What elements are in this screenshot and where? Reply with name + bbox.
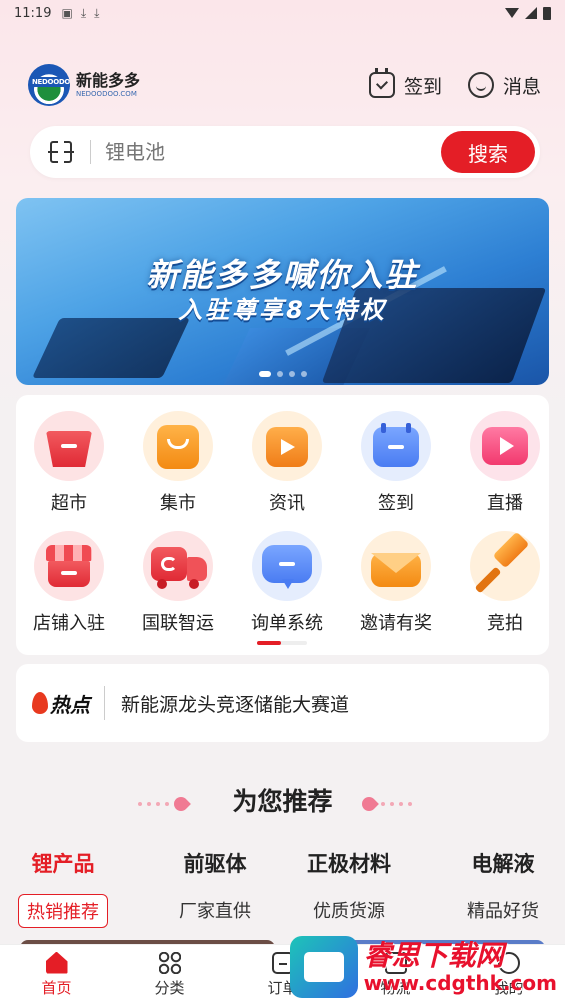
entry-label: 邀请有奖 [360, 613, 432, 634]
wifi-icon [505, 8, 519, 18]
news-divider [104, 686, 105, 720]
watermark-logo-icon [289, 936, 358, 998]
delivery-truck-icon [143, 531, 213, 601]
entry-inquiry[interactable]: 询单系统 [237, 531, 337, 635]
logo-mark: NEDOODOO [28, 64, 70, 106]
message-button[interactable]: 消息 [467, 72, 541, 99]
grid-scroll-indicator [257, 641, 307, 645]
banner-subheadline: 入驻尊享8大特权 [178, 296, 387, 324]
category-subtitle: 精品好货 [467, 901, 539, 922]
notification-a-icon: ▣ [61, 6, 73, 20]
title-decoration-right [359, 794, 412, 814]
checkin-label: 签到 [403, 75, 442, 98]
calendar-check-icon [368, 68, 395, 98]
banner-dot[interactable] [288, 371, 295, 377]
quick-entry-grid: 超市 集市 资讯 签到 直播 店铺入驻 国联智运 询单系统 邀请有奖 竞拍 [16, 395, 549, 655]
recommend-category-tabs: 锂产品 热销推荐 前驱体 厂家直供 正极材料 优质货源 电解液 精品好货 [0, 848, 565, 928]
search-button[interactable]: 搜索 [441, 131, 535, 173]
tab-home[interactable]: 首页 [0, 945, 113, 1004]
checkin-button[interactable]: 签到 [368, 68, 442, 99]
entry-store-join[interactable]: 店铺入驻 [19, 531, 119, 635]
entry-live[interactable]: 直播 [455, 411, 555, 515]
home-icon [45, 951, 68, 974]
entry-label: 集市 [160, 493, 196, 514]
live-play-icon [470, 411, 540, 481]
banner-dot[interactable] [276, 371, 283, 377]
status-time: 11:19 [14, 5, 52, 21]
entry-label: 签到 [378, 493, 414, 514]
download-icon: ⤓ [80, 5, 87, 20]
entry-logistics[interactable]: 国联智运 [128, 531, 228, 635]
promo-banner[interactable]: 新能多多喊你入驻 入驻尊享8大特权 [16, 198, 549, 385]
entry-news[interactable]: 资讯 [237, 411, 337, 515]
entry-label: 国联智运 [142, 613, 214, 634]
top-header: NEDOODOO 新能多多 NEDOODOO.COM 签到 消息 [28, 62, 541, 108]
category-grid-icon [158, 951, 181, 974]
battery-icon [543, 6, 551, 20]
status-bar: 11:19 ▣ ⤓ ⤓ [0, 0, 565, 26]
message-bubble-icon [467, 72, 494, 98]
category-name: 锂产品 [31, 852, 95, 876]
category-tab-lithium[interactable]: 锂产品 热销推荐 [3, 848, 123, 928]
category-subtitle: 优质货源 [313, 901, 385, 922]
entry-supermarket[interactable]: 超市 [19, 411, 119, 515]
category-subtitle: 热销推荐 [18, 894, 108, 928]
category-name: 电解液 [471, 852, 535, 876]
banner-decoration [32, 318, 190, 378]
category-tab-electrolyte[interactable]: 电解液 精品好货 [443, 848, 563, 926]
banner-dot[interactable] [300, 371, 307, 377]
news-icon [252, 411, 322, 481]
app-logo: NEDOODOO 新能多多 NEDOODOO.COM [28, 64, 140, 106]
banner-pagination [16, 371, 549, 377]
entry-auction[interactable]: 竞拍 [455, 531, 555, 635]
banner-dot[interactable] [258, 371, 271, 377]
entry-checkin[interactable]: 签到 [346, 411, 446, 515]
search-input[interactable] [105, 140, 441, 164]
category-tab-precursor[interactable]: 前驱体 厂家直供 [155, 848, 275, 926]
entry-label: 超市 [51, 493, 87, 514]
tab-category[interactable]: 分类 [113, 945, 226, 1004]
category-name: 正极材料 [307, 852, 391, 876]
category-subtitle: 厂家直供 [179, 901, 251, 922]
search-divider [90, 140, 91, 164]
envelope-icon [361, 531, 431, 601]
scan-icon[interactable] [48, 139, 74, 165]
entry-label: 店铺入驻 [33, 613, 105, 634]
entry-label: 竞拍 [487, 613, 523, 634]
entry-label: 询单系统 [251, 613, 323, 634]
download-icon: ⤓ [94, 5, 100, 20]
calendar-icon [361, 411, 431, 481]
logo-domain: NEDOODOO.COM [76, 89, 137, 98]
signal-icon [525, 7, 537, 19]
entry-market[interactable]: 集市 [128, 411, 228, 515]
search-bar: 搜索 [30, 126, 540, 178]
flame-icon [32, 692, 48, 714]
hot-news-bar[interactable]: 热点 新能源龙头竞逐储能大赛道 [16, 664, 549, 742]
chat-bubble-icon [252, 531, 322, 601]
basket-icon [34, 411, 104, 481]
hot-badge: 热点 [32, 689, 90, 718]
category-name: 前驱体 [183, 852, 247, 876]
category-tab-cathode[interactable]: 正极材料 优质货源 [289, 848, 409, 926]
watermark-url: www.cdgthk.com [363, 971, 557, 995]
entry-label: 资讯 [269, 493, 305, 514]
entry-invite[interactable]: 邀请有奖 [346, 531, 446, 635]
site-watermark: 睿思下载网 www.cdgthk.com [289, 936, 557, 998]
recommend-title: 为您推荐 [232, 787, 333, 816]
shopping-bag-icon [143, 411, 213, 481]
storefront-icon [34, 531, 104, 601]
auction-hammer-icon [470, 531, 540, 601]
entry-label: 直播 [487, 493, 523, 514]
watermark-name: 睿思下载网 [363, 939, 504, 972]
message-label: 消息 [502, 75, 541, 98]
hot-news-headline[interactable]: 新能源龙头竞逐储能大赛道 [121, 690, 349, 717]
logo-name: 新能多多 [76, 70, 141, 90]
